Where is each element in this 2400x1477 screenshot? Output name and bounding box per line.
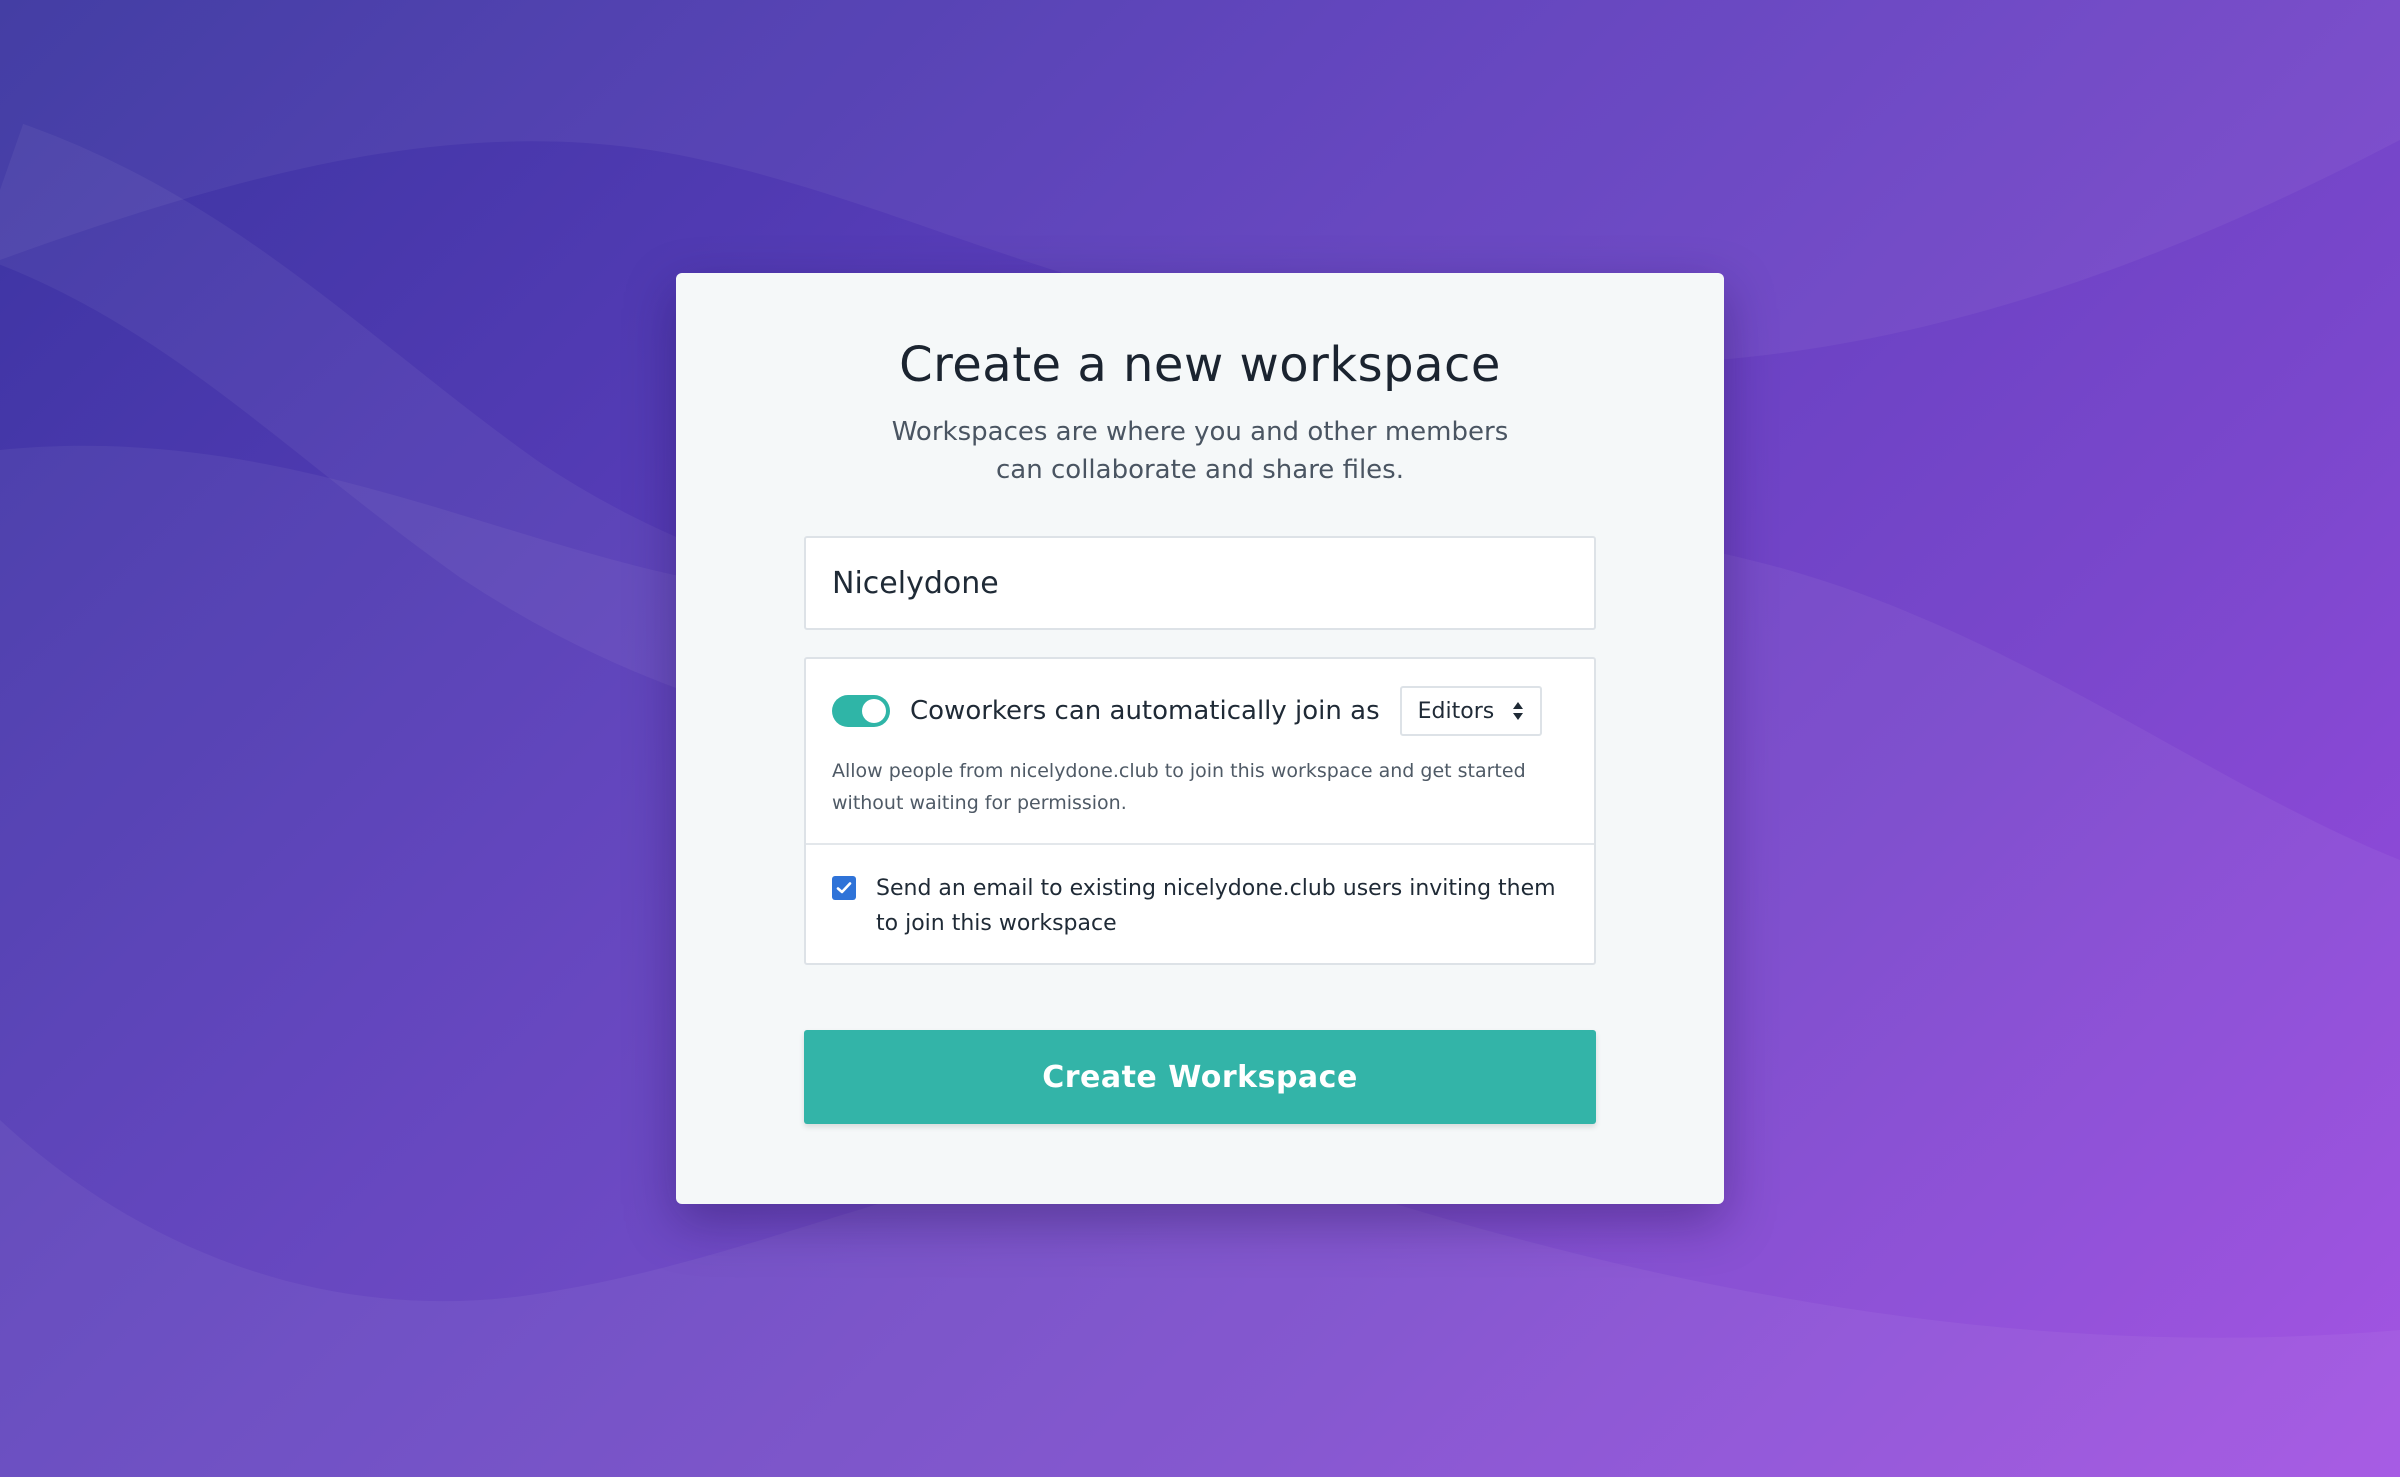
page-subtitle: Workspaces are where you and other membe… (876, 413, 1524, 489)
autojoin-help-text: Allow people from nicelydone.club to joi… (832, 760, 1526, 814)
page-title: Create a new workspace (899, 337, 1501, 393)
autojoin-label: Coworkers can automatically join as (910, 696, 1380, 726)
workspace-options-panel: Coworkers can automatically join as Edit… (804, 657, 1596, 965)
toggle-knob (862, 699, 886, 723)
up-down-arrows-icon (1513, 702, 1524, 720)
invite-email-label: Send an email to existing nicelydone.clu… (876, 876, 1556, 936)
workspace-name-input[interactable] (804, 536, 1596, 630)
role-select[interactable]: Editors (1399, 686, 1543, 736)
autojoin-row: Coworkers can automatically join as Edit… (832, 685, 1543, 737)
options-divider (806, 843, 1594, 845)
create-workspace-card: Create a new workspace Workspaces are wh… (676, 273, 1724, 1204)
autojoin-toggle[interactable] (832, 695, 890, 727)
create-workspace-button[interactable]: Create Workspace (804, 1030, 1596, 1124)
role-select-value: Editors (1417, 698, 1495, 724)
subtitle-line-2: can collaborate and share files. (996, 455, 1404, 485)
invite-email-row: Send an email to existing nicelydone.clu… (832, 871, 1562, 941)
subtitle-line-1: Workspaces are where you and other membe… (891, 417, 1509, 447)
invite-email-checkbox[interactable] (832, 876, 856, 900)
check-icon (836, 882, 852, 894)
